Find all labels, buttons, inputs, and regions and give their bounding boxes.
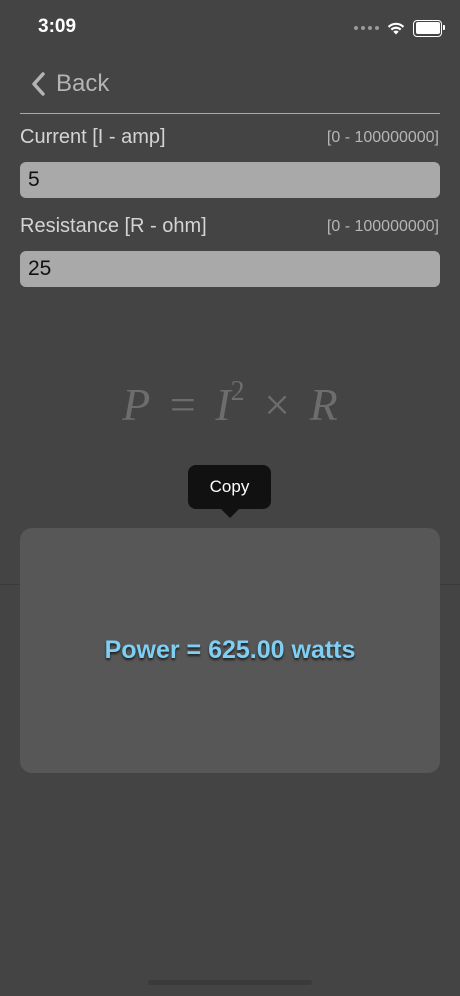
copy-button[interactable]: Copy xyxy=(188,465,271,509)
formula-equals: = xyxy=(169,379,196,430)
nav-divider xyxy=(20,113,440,114)
current-label: Current [I - amp] xyxy=(20,126,166,148)
wifi-icon xyxy=(387,22,405,35)
formula-exponent: 2 xyxy=(230,375,245,407)
result-text: Power = 625.00 watts xyxy=(104,636,356,664)
chevron-left-icon xyxy=(32,72,45,96)
result-card[interactable]: Power = 625.00 watts xyxy=(20,528,440,773)
back-label: Back xyxy=(56,70,110,97)
current-range: [0 - 100000000] xyxy=(326,129,439,146)
formula-i: I xyxy=(215,379,231,430)
formula-r: R xyxy=(309,379,338,430)
status-time: 3:09 xyxy=(38,16,77,37)
signal-dots-icon xyxy=(354,26,379,30)
battery-icon xyxy=(413,19,445,37)
resistance-input[interactable] xyxy=(20,251,440,287)
power-formula: P = I2 × R xyxy=(0,375,460,431)
resistance-range: [0 - 100000000] xyxy=(326,218,439,235)
tooltip-arrow xyxy=(220,508,240,518)
resistance-label: Resistance [R - ohm] xyxy=(20,215,207,237)
back-button[interactable]: Back xyxy=(30,66,109,102)
formula-times: × xyxy=(264,379,291,430)
status-icons xyxy=(354,18,445,38)
current-input[interactable] xyxy=(20,162,440,198)
home-indicator xyxy=(148,980,312,985)
formula-p: P xyxy=(122,379,151,430)
